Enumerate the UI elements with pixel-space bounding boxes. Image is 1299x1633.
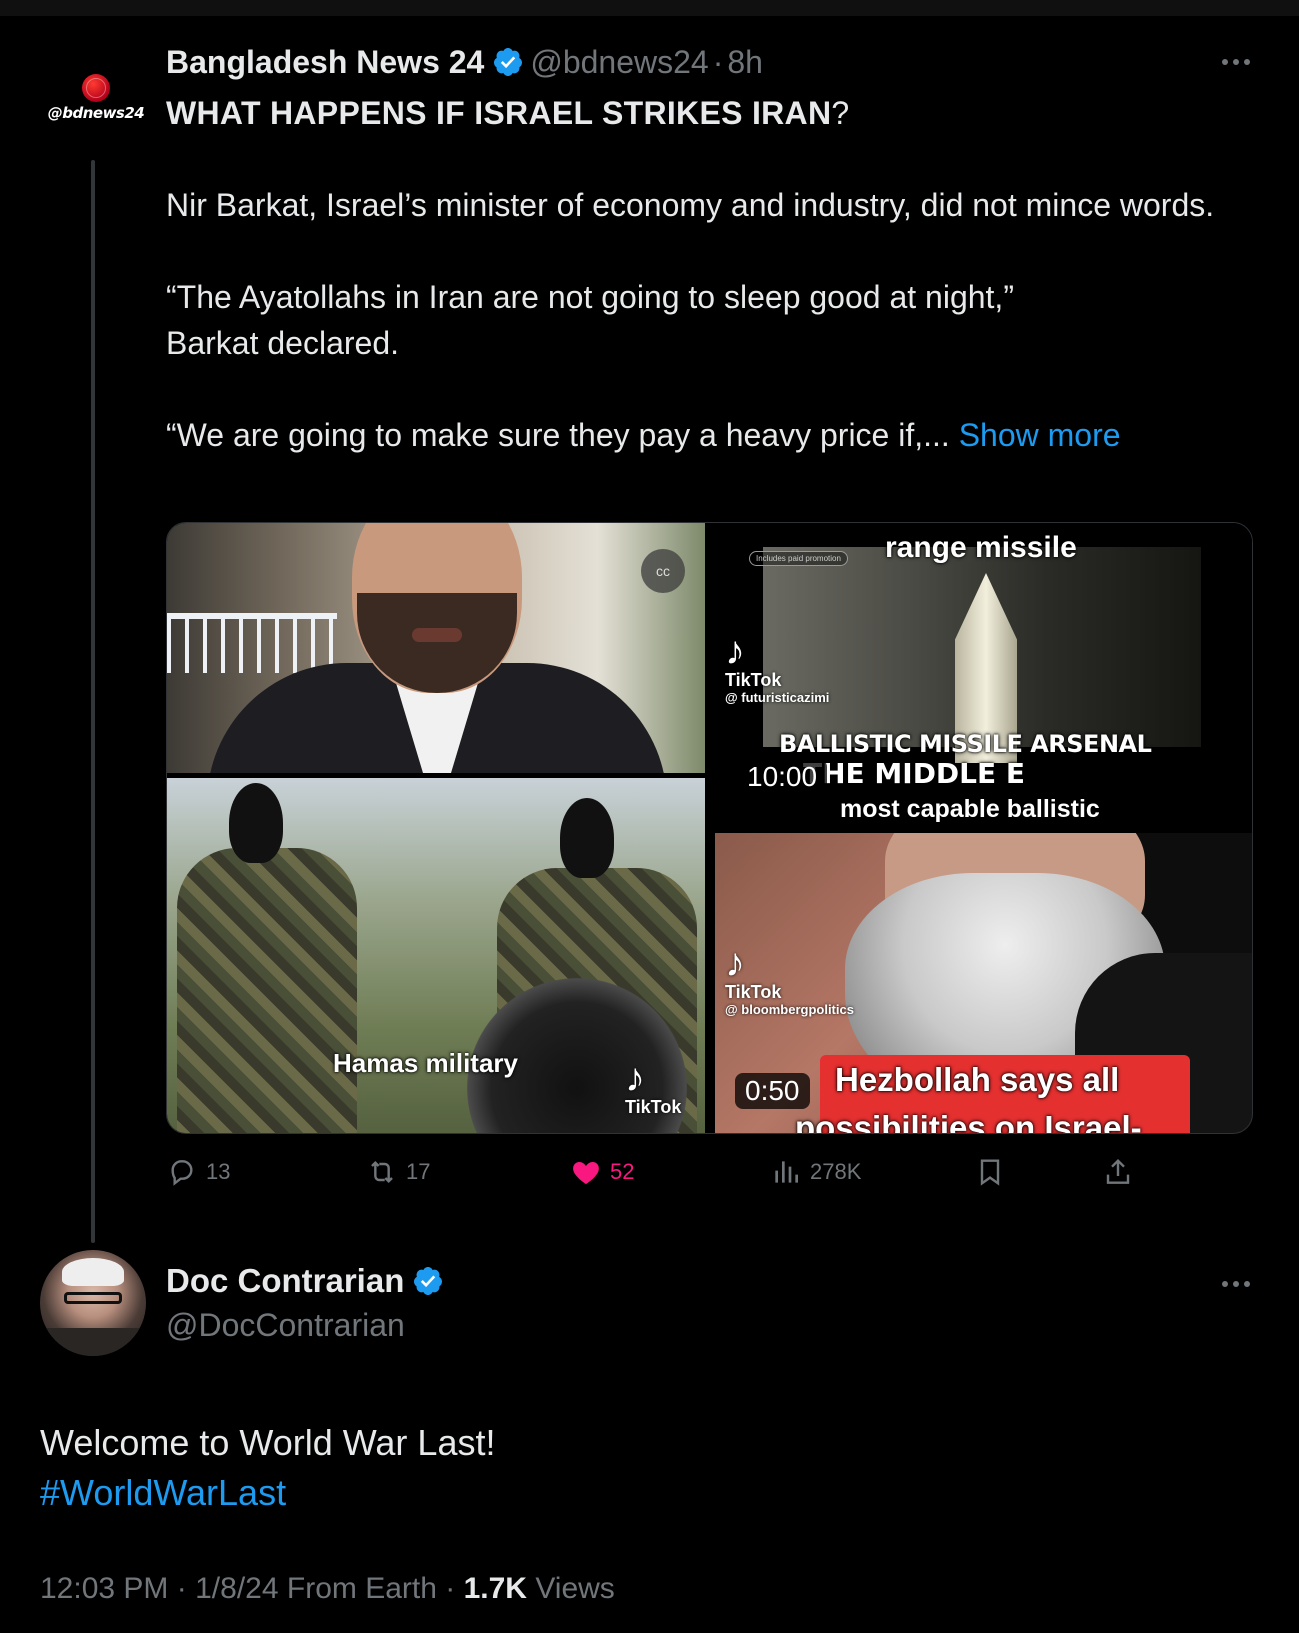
tweet-paragraph-2-line-1: “The Ayatollahs in Iran are not going to… [166, 279, 1014, 315]
main-author-display-name[interactable]: Doc Contrarian [166, 1262, 404, 1300]
overlay-arsenal-text: BALLISTIC MISSILE ARSENAL [779, 730, 1152, 758]
headline-question-mark: ? [831, 95, 850, 131]
balcony-railing [167, 613, 337, 673]
paid-promotion-badge: Includes paid promotion [749, 551, 848, 566]
tweet-paragraph-1: Nir Barkat, Israel’s minister of economy… [166, 187, 1215, 223]
tweet-source: From Earth [286, 1572, 437, 1605]
verified-badge-icon [494, 48, 523, 76]
avatar-suit [40, 1328, 146, 1356]
verified-badge-icon [414, 1267, 443, 1295]
views-button[interactable]: 278K [770, 1152, 861, 1192]
repost-button[interactable]: 17 [366, 1152, 430, 1192]
banner-line-2: possibilities on Israel- [795, 1109, 1142, 1134]
closed-captions-icon[interactable]: cc [641, 549, 685, 593]
main-author-handle[interactable]: @DocContrarian [166, 1307, 405, 1344]
tiktok-label: TikTok [625, 1097, 682, 1117]
author-display-name[interactable]: Bangladesh News 24 [166, 44, 484, 81]
more-options-icon[interactable] [1216, 52, 1256, 72]
video-duration-badge: 10:00 [737, 759, 828, 795]
mouth [412, 628, 462, 642]
bookmark-icon [980, 1159, 1000, 1186]
tiktok-label: TikTok [725, 670, 782, 690]
tweet-metadata: 12:03 PM · 1/8/24 From Earth · 1.7K View… [40, 1572, 615, 1606]
quoted-tweet-body: WHAT HAPPENS IF ISRAEL STRIKES IRAN? Nir… [166, 90, 1216, 458]
heart-filled-icon [573, 1162, 599, 1184]
main-tweet-text: Welcome to World War Last! [40, 1422, 496, 1463]
thread-connector-line [91, 160, 95, 1243]
tweet-headline: WHAT HAPPENS IF ISRAEL STRIKES IRAN [166, 95, 832, 131]
tweet-paragraph-3: “We are going to make sure they pay a he… [166, 417, 959, 453]
avatar-hair [62, 1258, 124, 1286]
overlay-middle-east-text: THE MIDDLE E [803, 757, 1026, 790]
repost-icon [371, 1160, 393, 1184]
tweet-timestamp[interactable]: 8h [727, 44, 763, 81]
tweet-action-bar: 13 17 52 278K [166, 1152, 1146, 1192]
video-thumbnail-hamas[interactable]: Hamas military ♪ TikTok [167, 778, 705, 1133]
views-chart-icon [775, 1161, 798, 1183]
tiktok-label: TikTok [725, 982, 782, 1002]
meta-separator: · [445, 1572, 456, 1605]
tweet-time[interactable]: 12:03 PM [40, 1572, 168, 1605]
balaclava-right [560, 798, 614, 878]
video-caption: Hamas military [333, 1048, 518, 1078]
balaclava-left [229, 783, 283, 863]
repost-count: 17 [406, 1159, 431, 1184]
author-handle[interactable]: @bdnews24 [530, 44, 708, 81]
globe-logo-icon [82, 74, 110, 102]
views-count[interactable]: 1.7K [464, 1572, 527, 1605]
tiktok-logo-icon: ♪ [625, 1056, 645, 1100]
reply-button[interactable]: 13 [166, 1152, 230, 1192]
meta-separator: · [176, 1572, 187, 1605]
show-more-link[interactable]: Show more [959, 417, 1121, 453]
video-thumbnail-missile[interactable]: Includes paid promotion range missile ♪ … [715, 523, 1252, 823]
views-label: Views [535, 1572, 615, 1605]
share-icon [1106, 1158, 1130, 1184]
overlay-top-text: range missile [885, 531, 1077, 564]
quoted-tweet-header: Bangladesh News 24 @bdnews24 · 8h [166, 40, 763, 84]
tiktok-username: @ bloombergpolitics [725, 1002, 854, 1017]
status-bar-edge [0, 0, 1299, 16]
bdnews24-avatar[interactable]: @bdnews24 [42, 62, 150, 134]
separator-dot: · [712, 43, 724, 80]
soldier-left [177, 848, 357, 1133]
main-tweet-body: Welcome to World War Last! #WorldWarLast [40, 1418, 495, 1518]
banner-line-1: Hezbollah says all [835, 1061, 1120, 1098]
tweet-date[interactable]: 1/8/24 [195, 1572, 278, 1605]
video-thumbnail-barkat[interactable]: cc [167, 523, 705, 773]
tiktok-logo-icon: ♪ [725, 629, 745, 673]
video-duration-badge: 0:50 [735, 1073, 810, 1109]
tiktok-watermark: ♪ TikTok @ bloombergpolitics [725, 943, 854, 1019]
tiktok-watermark: ♪ TikTok @ futuristicazimi [725, 631, 829, 707]
like-button[interactable]: 52 [570, 1152, 634, 1192]
overlay-capable-text: most capable ballistic [840, 795, 1100, 823]
views-count: 278K [810, 1159, 862, 1184]
hashtag-link[interactable]: #WorldWarLast [40, 1468, 495, 1518]
tweet-paragraph-2-line-2: Barkat declared. [166, 325, 400, 361]
share-button[interactable] [1102, 1152, 1142, 1192]
avatar-glasses [64, 1292, 122, 1304]
avatar-brand-text: @bdnews24 [47, 104, 145, 122]
tiktok-username: @ futuristicazimi [725, 690, 830, 705]
more-options-icon[interactable] [1216, 1274, 1256, 1294]
doc-contrarian-avatar[interactable] [40, 1250, 146, 1356]
media-grid: cc Hamas military ♪ TikTok Includes paid… [166, 522, 1253, 1134]
like-count: 52 [610, 1159, 635, 1184]
main-author-name-row: Doc Contrarian [166, 1262, 450, 1300]
tiktok-logo-icon: ♪ [725, 941, 745, 985]
reply-icon [171, 1160, 193, 1186]
bookmark-button[interactable] [974, 1152, 1014, 1192]
video-thumbnail-hezbollah[interactable]: ♪ TikTok @ bloombergpolitics Hezbollah s… [715, 833, 1252, 1134]
reply-count: 13 [206, 1159, 231, 1184]
tiktok-watermark: ♪ TikTok [625, 1058, 681, 1116]
